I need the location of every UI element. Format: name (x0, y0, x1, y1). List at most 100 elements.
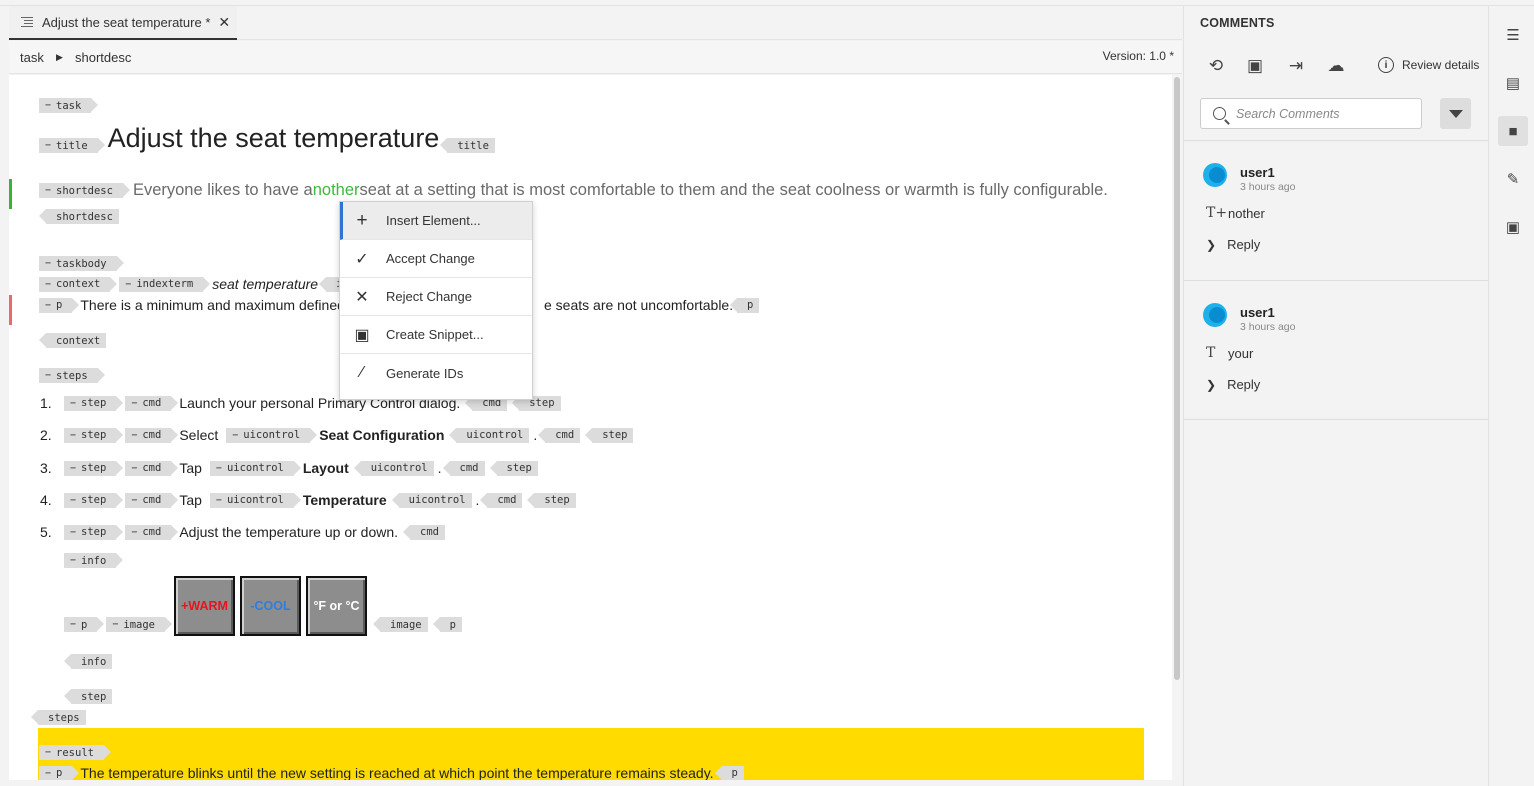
breadcrumb-task[interactable]: task (20, 50, 44, 65)
tag-close-step[interactable]: step (489, 460, 538, 476)
document-editor[interactable]: task title Adjust the seat temperature t… (9, 75, 1172, 780)
doc-title[interactable]: Adjust the seat temperature (108, 123, 440, 154)
close-icon: ✕ (355, 288, 369, 306)
tag-close-step[interactable]: step (585, 427, 634, 443)
tag-open-step[interactable]: step (64, 460, 124, 476)
tag-close-context[interactable]: context (38, 333, 107, 348)
context-p-text-pre[interactable]: There is a minimum and maximum defined (80, 297, 345, 313)
avatar (1203, 163, 1227, 187)
tag-open-shortdesc[interactable]: shortdesc (39, 183, 130, 198)
menu-insert-element[interactable]: + Insert Element... (340, 202, 532, 240)
tag-open-step[interactable]: step (64, 492, 124, 508)
tag-open-step[interactable]: step (64, 395, 124, 411)
tag-open-step[interactable]: step (64, 524, 124, 540)
tag-open-p[interactable]: p (39, 297, 80, 313)
document-tab[interactable]: Adjust the seat temperature * ✕ (9, 6, 237, 40)
uicontrol-text[interactable]: Temperature (303, 492, 387, 508)
tag-close-step[interactable]: step (63, 689, 113, 704)
settings-sliders-icon[interactable]: ☰ (1498, 20, 1528, 50)
tag-open-p[interactable]: p (64, 617, 105, 632)
tag-open-cmd[interactable]: cmd (125, 524, 179, 540)
tag-close-cmd[interactable]: cmd (480, 492, 523, 508)
menu-generate-ids[interactable]: ⁄ Generate IDs (340, 354, 532, 392)
tag-close-info[interactable]: info (63, 654, 113, 669)
tag-open-cmd[interactable]: cmd (125, 427, 179, 443)
change-bar-deleted (9, 295, 12, 325)
step-text[interactable]: Adjust the temperature up or down. (179, 524, 398, 540)
tag-open-p[interactable]: p (39, 765, 80, 780)
reply-button[interactable]: ❯ Reply (1206, 237, 1260, 252)
editor-scrollbar[interactable] (1172, 75, 1182, 780)
chevron-right-icon: ❯ (1206, 377, 1217, 392)
breadcrumb-shortdesc[interactable]: shortdesc (75, 50, 131, 65)
search-comments-field[interactable]: Search Comments (1200, 98, 1422, 129)
tag-open-uicontrol[interactable]: uicontrol (209, 492, 301, 508)
snippet-icon: ▣ (354, 326, 370, 344)
comment-card[interactable]: user1 3 hours ago T+ nother ❯ Reply (1184, 140, 1488, 280)
uicontrol-text[interactable]: Layout (303, 460, 349, 476)
reply-button[interactable]: ❯ Reply (1206, 377, 1260, 392)
close-tab-icon[interactable]: ✕ (218, 14, 230, 31)
tag-close-image[interactable]: image (373, 617, 428, 632)
comments-icon[interactable]: ■ (1498, 116, 1528, 146)
tag-close-p[interactable]: p (432, 617, 462, 632)
step-text[interactable]: Tap (179, 460, 202, 476)
shortdesc-text-pre[interactable]: Everyone likes to have a (133, 181, 313, 200)
tag-open-image[interactable]: image (106, 617, 172, 632)
tag-close-cmd[interactable]: cmd (442, 460, 485, 476)
result-text[interactable]: The temperature blinks until the new set… (80, 765, 713, 780)
inserted-text[interactable]: nother (313, 181, 360, 200)
refresh-icon[interactable]: ⟲ (1205, 56, 1227, 78)
review-details-button[interactable]: i Review details (1378, 57, 1479, 73)
tag-open-context[interactable]: context (39, 276, 118, 292)
cloud-upload-icon[interactable]: ☁ (1325, 56, 1347, 78)
document-outline-icon (21, 17, 33, 27)
tag-open-uicontrol[interactable]: uicontrol (226, 427, 318, 443)
context-row: context indexterm seat temperature in (39, 276, 359, 292)
tab-bar: Adjust the seat temperature * ✕ (9, 6, 1182, 40)
comment-card[interactable]: user1 3 hours ago T your ❯ Reply (1184, 280, 1488, 420)
tag-close-cmd[interactable]: cmd (538, 427, 581, 443)
step-text[interactable]: Tap (179, 492, 202, 508)
tag-close-steps[interactable]: steps (31, 710, 86, 725)
tag-close-p[interactable]: p (714, 765, 744, 780)
menu-accept-change[interactable]: ✓ Accept Change (340, 240, 532, 278)
tag-open-taskbody[interactable]: taskbody (39, 256, 124, 271)
tag-close-step[interactable]: step (527, 492, 576, 508)
review-tasks-icon[interactable]: ▣ (1498, 212, 1528, 242)
filter-button[interactable] (1440, 98, 1471, 129)
tag-open-info[interactable]: info (64, 553, 124, 568)
tag-open-cmd[interactable]: cmd (125, 492, 179, 508)
tag-open-indexterm[interactable]: indexterm (119, 276, 211, 292)
tag-open-task[interactable]: task (39, 98, 99, 113)
tag-open-result[interactable]: result (39, 745, 111, 760)
menu-create-snippet[interactable]: ▣ Create Snippet... (340, 316, 532, 354)
indexterm-text[interactable]: seat temperature (212, 276, 318, 292)
menu-reject-change[interactable]: ✕ Reject Change (340, 278, 532, 316)
pen-edit-icon[interactable]: ✎ (1498, 164, 1528, 194)
tag-open-title[interactable]: title (39, 138, 105, 153)
uicontrol-text[interactable]: Seat Configuration (319, 427, 444, 443)
tag-open-cmd[interactable]: cmd (125, 395, 179, 411)
tag-close-title[interactable]: title (440, 138, 495, 153)
file-properties-icon[interactable]: ▤ (1498, 68, 1528, 98)
tag-open-step[interactable]: step (64, 427, 124, 443)
tag-close-p[interactable]: p (729, 297, 760, 313)
preview-search-icon[interactable]: ▣ (1244, 56, 1266, 78)
tag-close-uicontrol[interactable]: uicontrol (391, 492, 472, 508)
tag-open-steps[interactable]: steps (39, 368, 105, 383)
tag-close-shortdesc[interactable]: shortdesc (39, 209, 119, 224)
tag-close-cmd[interactable]: cmd (403, 524, 445, 540)
cool-button-image: -COOL (240, 576, 301, 636)
tag-open-cmd[interactable]: cmd (125, 460, 179, 476)
scrollbar-thumb[interactable] (1174, 77, 1180, 680)
tag-close-uicontrol[interactable]: uicontrol (353, 460, 434, 476)
import-icon[interactable]: ⇥ (1285, 56, 1307, 78)
shortdesc-text-post[interactable]: seat at a setting that is most comfortab… (360, 181, 1108, 200)
comment-time: 3 hours ago (1240, 321, 1296, 333)
context-p-text-post[interactable]: e seats are not uncomfortable. (544, 297, 733, 313)
step-text[interactable]: Select (179, 427, 218, 443)
tag-close-uicontrol[interactable]: uicontrol (449, 427, 530, 443)
image-row: p image +WARM -COOL °F or °C image p (64, 571, 466, 636)
tag-open-uicontrol[interactable]: uicontrol (209, 460, 301, 476)
